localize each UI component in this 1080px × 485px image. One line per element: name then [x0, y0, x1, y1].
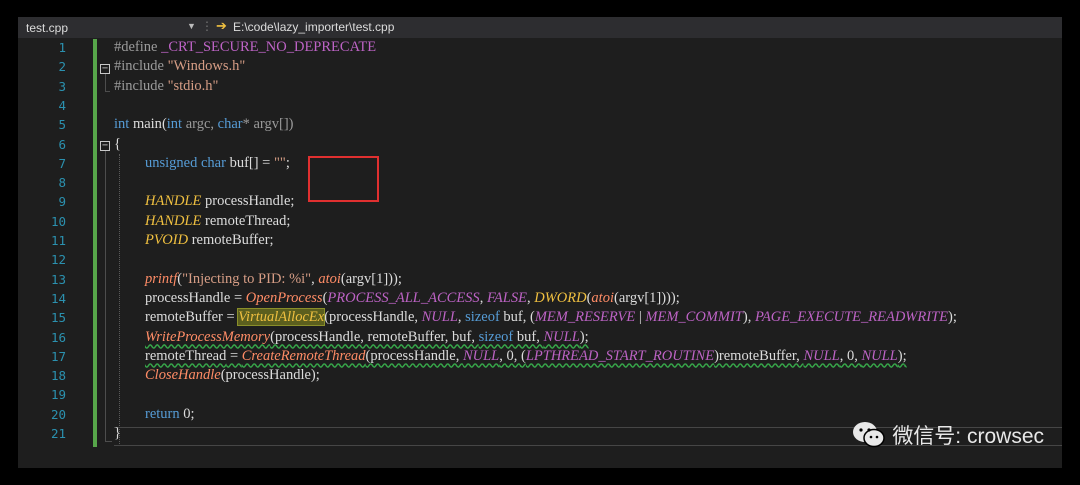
code-line-21: } [114, 425, 121, 441]
code-content[interactable]: #define _CRT_SECURE_NO_DEPRECATE #includ… [114, 38, 1062, 468]
code-line-9: HANDLE processHandle; [145, 193, 295, 210]
code-line-6: { [114, 135, 121, 152]
change-indicator-bar [93, 39, 97, 447]
line-number: 21 [50, 426, 66, 441]
code-line-17: remoteThread = CreateRemoteThread(proces… [145, 347, 907, 364]
line-number: 6 [58, 136, 66, 152]
line-number: 14 [50, 290, 66, 306]
chevron-down-icon: ▼ [187, 21, 196, 31]
code-line-11: PVOID remoteBuffer; [145, 232, 274, 248]
code-line-15: remoteBuffer = VirtualAllocEx(processHan… [145, 308, 957, 327]
code-line-2: #include "Windows.h" [114, 58, 246, 75]
line-number: 11 [50, 233, 66, 248]
fold-guide-end [105, 91, 110, 92]
code-editor-window: test.cpp ▼ ⋮ ➔ E:\code\lazy_importer\tes… [18, 17, 1062, 468]
line-number: 4 [58, 97, 66, 113]
line-number: 10 [50, 213, 66, 229]
code-line-5: int main(int argc, char* argv[]) [114, 116, 294, 133]
line-number: 18 [50, 368, 66, 384]
line-number-gutter: 1 2 3 4 5 6 7 8 9 10 11 12 13 14 15 16 1… [18, 38, 88, 468]
code-line-16: WriteProcessMemory(processHandle, remote… [145, 328, 589, 345]
code-line-14: processHandle = OpenProcess(PROCESS_ALL_… [145, 289, 680, 306]
line-number: 20 [50, 406, 66, 422]
line-number: 19 [50, 387, 66, 403]
code-line-3: #include "stdio.h" [114, 77, 219, 94]
wechat-watermark: 微信号: crowsec [852, 420, 1044, 450]
code-line-10: HANDLE remoteThread; [145, 212, 291, 229]
line-number: 16 [50, 329, 66, 345]
fold-guide [105, 74, 106, 92]
code-line-18: CloseHandle(processHandle); [145, 367, 320, 384]
collapse-icon[interactable]: − [100, 64, 110, 74]
code-line-7: unsigned char buf[] = ""; [145, 154, 290, 171]
line-number: 13 [50, 271, 66, 287]
wechat-icon [852, 421, 886, 449]
fold-guide-end [105, 441, 112, 442]
file-path: E:\code\lazy_importer\test.cpp [233, 20, 395, 34]
line-number: 12 [50, 252, 66, 268]
line-number: 9 [58, 194, 66, 210]
line-number: 15 [50, 310, 66, 326]
line-number: 5 [58, 117, 66, 133]
line-number: 2 [58, 59, 66, 75]
line-number: 8 [58, 175, 66, 191]
editor-area[interactable]: 1 2 3 4 5 6 7 8 9 10 11 12 13 14 15 16 1… [18, 38, 1062, 468]
fold-guide [105, 151, 106, 441]
line-number: 1 [58, 40, 66, 55]
code-line-13: printf("Injecting to PID: %i", atoi(argv… [145, 270, 402, 287]
file-name-label: test.cpp [26, 21, 69, 35]
line-number: 17 [50, 348, 66, 364]
code-line-1: #define _CRT_SECURE_NO_DEPRECATE [114, 39, 377, 55]
collapse-icon[interactable]: − [100, 141, 110, 151]
separator-icon: ⋮ [201, 19, 213, 33]
navigation-bar: test.cpp ▼ ⋮ ➔ E:\code\lazy_importer\tes… [18, 17, 1062, 38]
code-line-20: return 0; [145, 405, 195, 422]
watermark-text: 微信号: crowsec [892, 425, 1044, 448]
line-number: 3 [58, 78, 66, 94]
arrow-right-icon: ➔ [216, 18, 227, 33]
file-dropdown[interactable]: test.cpp ▼ [24, 20, 196, 36]
line-number: 7 [58, 155, 66, 171]
